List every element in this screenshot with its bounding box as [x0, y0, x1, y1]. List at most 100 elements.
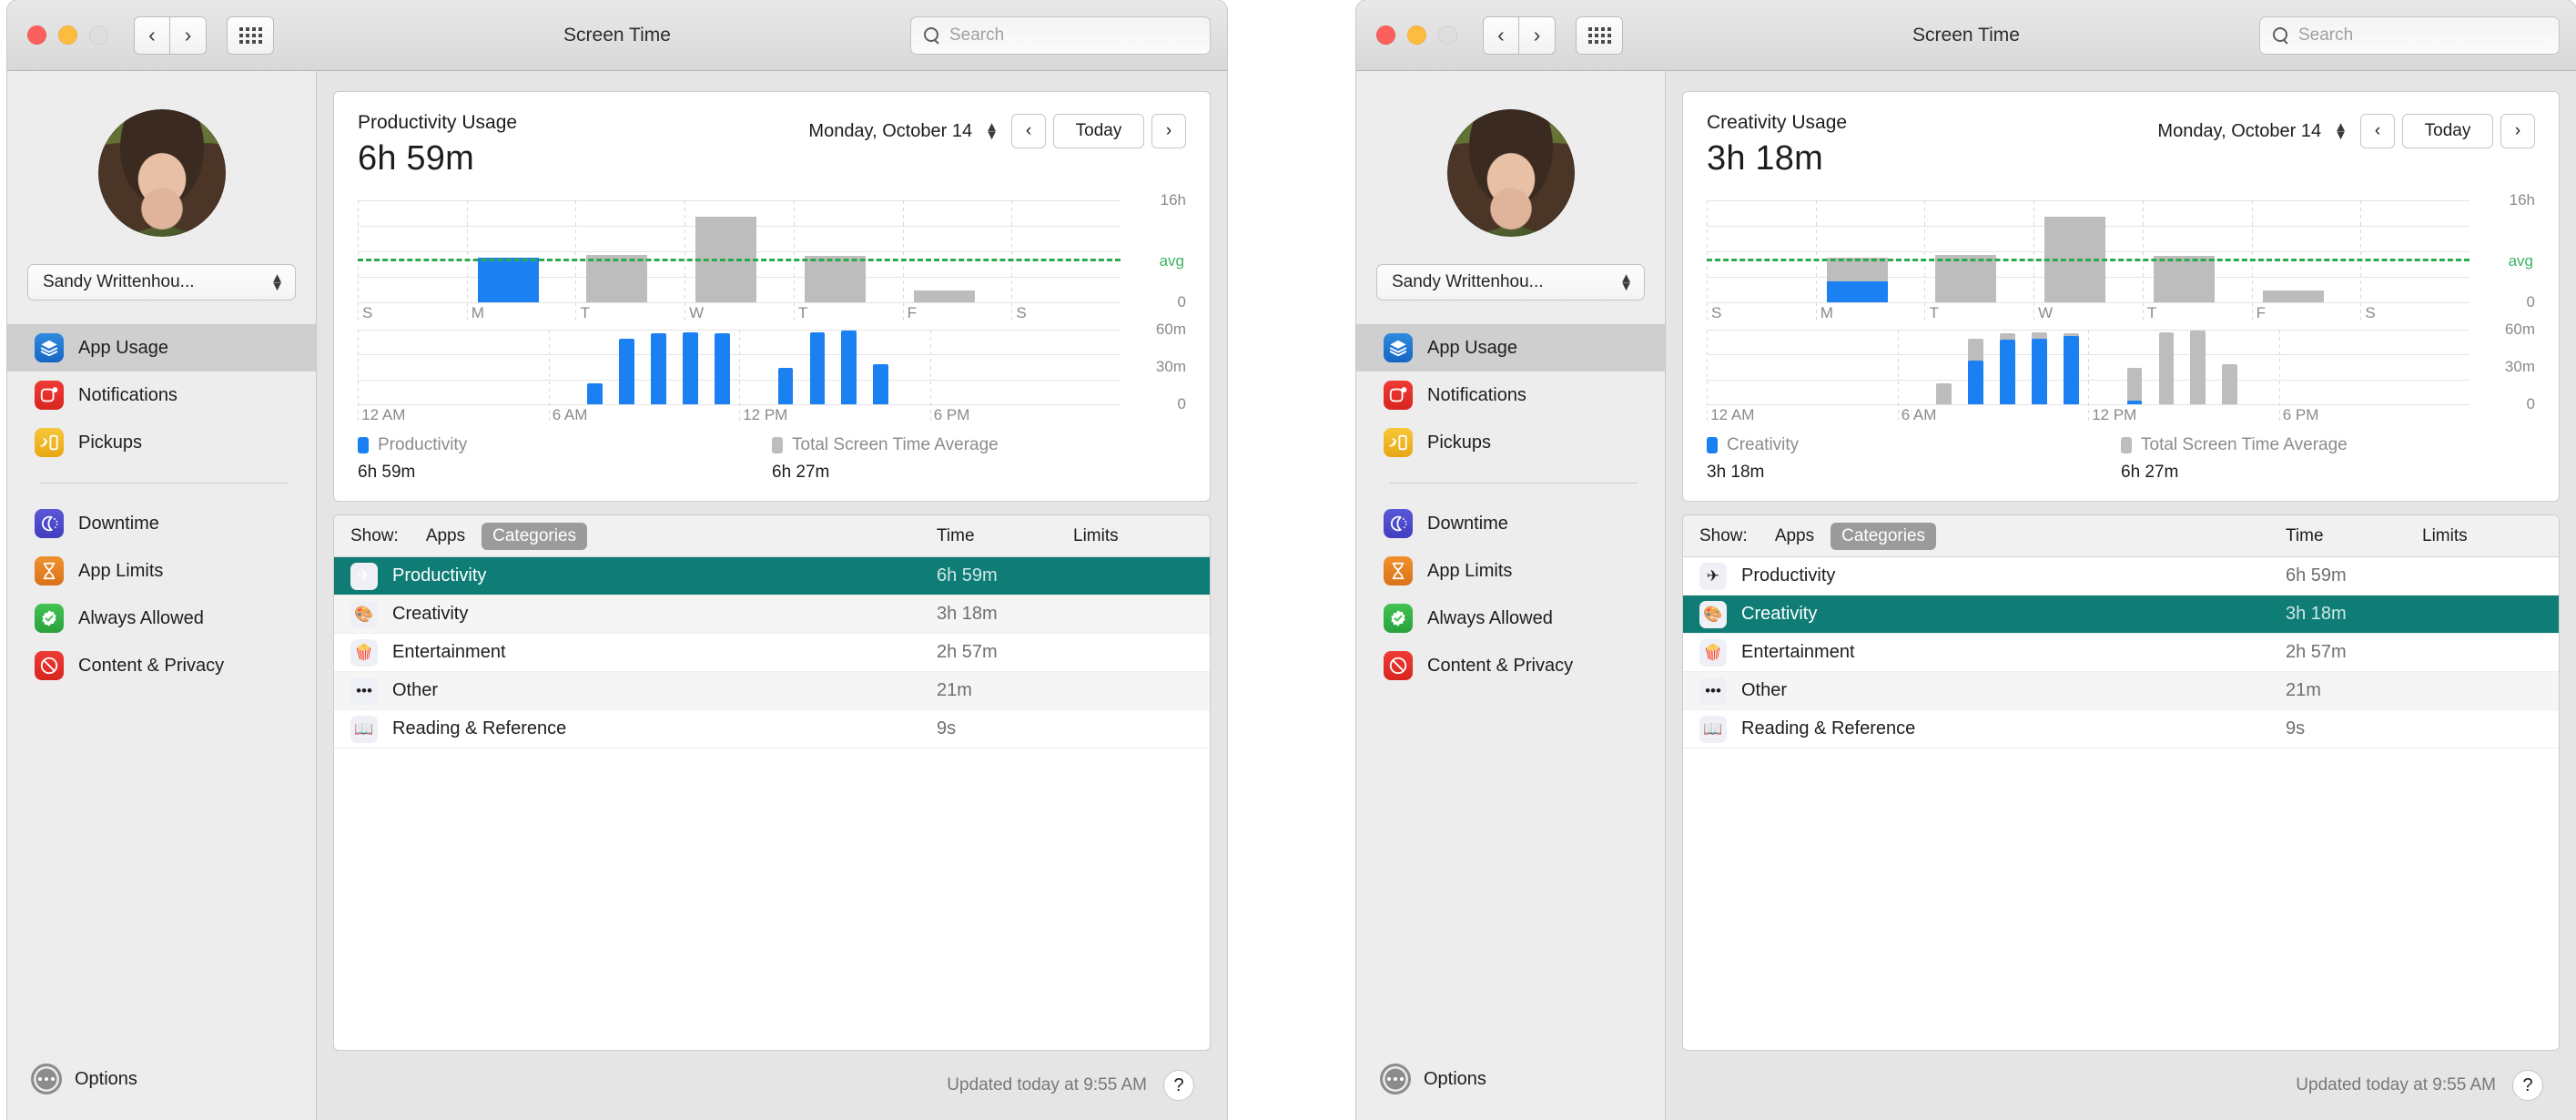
user-select[interactable]: Sandy Writtenhou... ▲ ▼ — [27, 264, 296, 300]
user-select[interactable]: Sandy Writtenhou... ▲ ▼ — [1376, 264, 1645, 300]
previous-day-button[interactable]: ‹ — [1011, 114, 1046, 148]
table-row-other[interactable]: ••• Other 21m — [1683, 672, 2559, 710]
sidebar-item-app-limits[interactable]: App Limits — [7, 547, 316, 595]
search-icon — [924, 27, 940, 44]
tab-categories[interactable]: Categories — [482, 522, 588, 550]
bar — [2190, 331, 2206, 404]
table-row-creativity[interactable]: 🎨 Creativity 3h 18m — [334, 596, 1210, 634]
category-time: 9s — [937, 718, 957, 738]
show-all-button[interactable] — [1576, 15, 1623, 55]
y-axis-tick: 16h — [2509, 191, 2535, 209]
search-field[interactable] — [910, 16, 1211, 55]
table-row-other[interactable]: ••• Other 21m — [334, 672, 1210, 710]
tab-apps[interactable]: Apps — [415, 523, 476, 550]
column-header-limits: Limits — [2422, 525, 2468, 545]
previous-day-button[interactable]: ‹ — [2360, 114, 2395, 148]
bar — [2222, 364, 2238, 404]
usage-total: 3h 18m — [1707, 139, 1823, 178]
plot-area — [1707, 330, 2470, 423]
sidebar-item-always-allowed[interactable]: Always Allowed — [7, 595, 316, 642]
minimize-button[interactable] — [1407, 25, 1426, 45]
table-row-productivity[interactable]: ✈ Productivity 6h 59m — [334, 557, 1210, 596]
next-day-button[interactable]: › — [1151, 114, 1186, 148]
updated-text: Updated today at 9:55 AM — [2296, 1075, 2496, 1095]
show-label: Show: — [350, 525, 399, 545]
close-button[interactable] — [27, 25, 46, 45]
legend-primary: Creativity 3h 18m — [1707, 435, 2121, 483]
next-day-button[interactable]: › — [2500, 114, 2535, 148]
grid-icon — [1587, 26, 1611, 44]
back-button[interactable]: ‹ — [1483, 15, 1519, 55]
sidebar-item-label: App Limits — [78, 560, 164, 581]
sidebar-item-notifications[interactable]: Notifications — [7, 372, 316, 419]
options-button[interactable]: Options — [1356, 1064, 1665, 1120]
category-time: 21m — [937, 680, 972, 700]
table-row-entertainment[interactable]: 🍿 Entertainment 2h 57m — [1683, 634, 2559, 672]
x-axis-tick: W — [2038, 304, 2054, 321]
zoom-button[interactable] — [1438, 25, 1457, 45]
table-row-entertainment[interactable]: 🍿 Entertainment 2h 57m — [334, 634, 1210, 672]
bar — [777, 368, 794, 404]
ellipsis-circle-icon — [31, 1064, 62, 1095]
sidebar-item-pickups[interactable]: Pickups — [7, 419, 316, 466]
search-input[interactable] — [2298, 25, 2526, 46]
table-row-reading-reference[interactable]: 📖 Reading & Reference 9s — [1683, 710, 2559, 748]
sidebar-item-label: Downtime — [1427, 513, 1508, 534]
sidebar-item-pickups[interactable]: Pickups — [1356, 419, 1665, 466]
stepper-icon[interactable]: ▲ ▼ — [2334, 119, 2348, 142]
search-field[interactable] — [2259, 16, 2560, 55]
forward-button[interactable]: › — [170, 15, 207, 55]
sidebar-item-app-usage[interactable]: App Usage — [7, 324, 316, 372]
forward-button[interactable]: › — [1519, 15, 1556, 55]
today-button[interactable]: Today — [1053, 114, 1144, 148]
tab-categories[interactable]: Categories — [1831, 522, 1937, 550]
ellipsis-icon: ••• — [350, 677, 378, 705]
zoom-button[interactable] — [89, 25, 108, 45]
legend-swatch-average — [772, 437, 783, 453]
charts-container: 0 16h avg S M T W T F S 0 30m 60m 12 AM 6 AM 12 PM 6 PM — [334, 178, 1210, 423]
traffic-lights — [1376, 25, 1457, 45]
category-name: Entertainment — [1741, 642, 1855, 662]
sidebar-item-notifications[interactable]: Notifications — [1356, 372, 1665, 419]
bar — [587, 382, 603, 404]
sidebar-item-app-usage[interactable]: App Usage — [1356, 324, 1665, 372]
sidebar-item-always-allowed[interactable]: Always Allowed — [1356, 595, 1665, 642]
avatar-container — [7, 71, 316, 237]
sidebar-item-downtime[interactable]: Downtime — [1356, 500, 1665, 547]
help-button[interactable]: ? — [2512, 1070, 2543, 1101]
paper-plane-icon: ✈ — [1699, 562, 1727, 590]
close-button[interactable] — [1376, 25, 1395, 45]
window-body: Sandy Writtenhou... ▲ ▼ App Usage Notific… — [7, 71, 1227, 1120]
window-left: ‹ › Screen Time Sandy Writtenhou... ▲▼ A… — [7, 0, 1227, 1120]
window-right: ‹ › Screen Time Sandy Writtenhou... ▲▼ A… — [1356, 0, 2576, 1120]
back-button[interactable]: ‹ — [134, 15, 170, 55]
sidebar-item-app-limits[interactable]: App Limits — [1356, 547, 1665, 595]
stepper-icon: ▲ ▼ — [270, 270, 284, 294]
minimize-button[interactable] — [58, 25, 77, 45]
sidebar-item-content-privacy[interactable]: Content & Privacy — [7, 642, 316, 689]
sidebar-item-downtime[interactable]: Downtime — [7, 500, 316, 547]
average-line — [1707, 258, 2470, 261]
usage-header: Creativity Usage 3h 18m Monday, October … — [1683, 92, 2559, 178]
show-all-button[interactable] — [227, 15, 274, 55]
sidebar-item-content-privacy[interactable]: Content & Privacy — [1356, 642, 1665, 689]
legend-swatch-primary — [358, 437, 369, 453]
bar — [2063, 333, 2079, 404]
options-button[interactable]: Options — [7, 1064, 316, 1120]
table-row-productivity[interactable]: ✈ Productivity 6h 59m — [1683, 557, 2559, 596]
table-row-reading-reference[interactable]: 📖 Reading & Reference 9s — [334, 710, 1210, 748]
stepper-icon[interactable]: ▲ ▼ — [985, 119, 999, 142]
x-axis-tick: T — [2146, 304, 2157, 321]
today-button[interactable]: Today — [2402, 114, 2493, 148]
bar — [650, 333, 666, 404]
bar-segment-primary — [873, 364, 889, 404]
bar-segment-total — [1936, 382, 1952, 404]
help-button[interactable]: ? — [1163, 1070, 1194, 1101]
tab-apps[interactable]: Apps — [1764, 523, 1825, 550]
search-input[interactable] — [949, 25, 1177, 46]
table-row-creativity[interactable]: 🎨 Creativity 3h 18m — [1683, 596, 2559, 634]
sidebar-item-label: App Usage — [78, 337, 168, 358]
charts-container: 0 16h avg S M T W T F S 0 30m 60m 12 AM 6 AM 12 PM 6 PM — [1683, 178, 2559, 423]
usage-chart-card: Creativity Usage 3h 18m Monday, October … — [1682, 91, 2560, 502]
category-table: Show: Apps Categories Time Limits ✈ Prod… — [333, 514, 1211, 1051]
